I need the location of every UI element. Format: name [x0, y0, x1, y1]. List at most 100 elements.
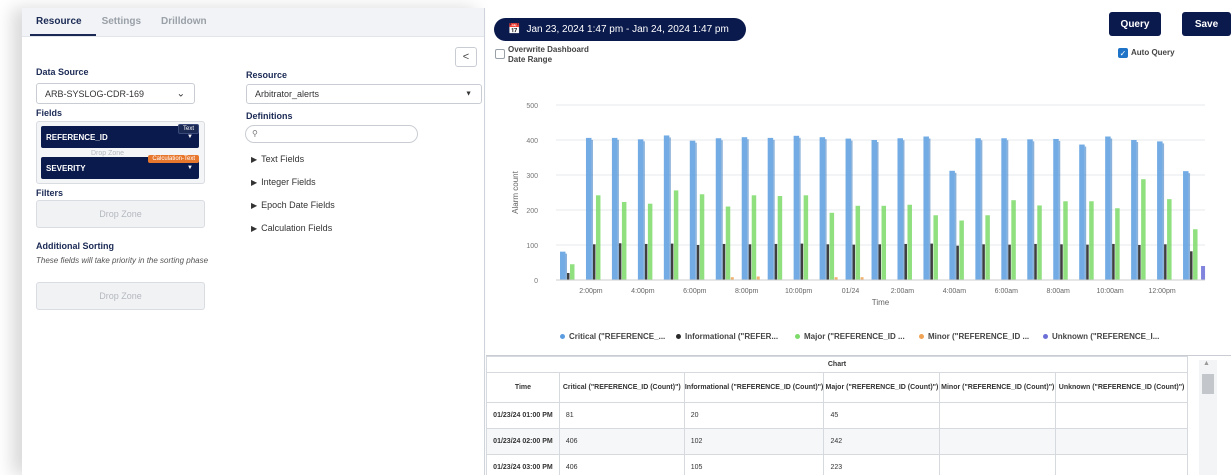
bar-2-16	[985, 215, 990, 280]
legend-item-minor[interactable]: Minor ("REFERENCE_ID ...	[919, 332, 1029, 341]
bar-shade	[617, 139, 619, 280]
bar-1-5	[696, 245, 700, 280]
legend-dot	[1043, 334, 1048, 339]
bar-shade	[825, 139, 827, 280]
bar-2-6	[725, 206, 731, 280]
column-header[interactable]: Unknown ("REFERENCE_ID (Count)")	[1055, 372, 1188, 403]
collapse-panel-button[interactable]: <	[455, 47, 477, 67]
bar-0-1	[585, 137, 592, 280]
bar-shade	[773, 139, 775, 280]
x-tick-label: 10:00am	[1097, 288, 1124, 295]
fields-drop-zone[interactable]: Drop Zone REFERENCE_ID Text ▼ SEVERITY C…	[36, 121, 205, 184]
table-cell	[939, 428, 1057, 455]
legend-item-informational[interactable]: Informational ("REFER...	[676, 332, 778, 341]
tab-resource[interactable]: Resource	[30, 16, 96, 36]
caret-down-icon[interactable]: ▼	[187, 134, 193, 140]
bar-1-12	[878, 244, 882, 280]
time-cell: 01/23/24 01:00 PM	[486, 402, 560, 429]
x-tick-label: 2:00pm	[579, 288, 603, 295]
bar-1-15	[956, 245, 959, 280]
bar-2-22	[1141, 179, 1146, 280]
column-header[interactable]: Critical ("REFERENCE_ID (Count)")	[558, 372, 685, 403]
search-icon: ⚲	[252, 129, 258, 138]
bar-0-5	[689, 140, 696, 280]
table-cell	[939, 402, 1057, 429]
bar-2-4	[673, 190, 679, 280]
bar-shade	[799, 137, 801, 280]
bar-0-23	[1157, 141, 1163, 280]
tab-settings[interactable]: Settings	[96, 16, 155, 36]
bar-2-1	[595, 195, 601, 280]
tree-item-calculation-fields[interactable]: ▶ Calculation Fields	[251, 223, 332, 233]
bar-2-12	[881, 205, 887, 280]
bar-0-19	[1053, 138, 1059, 280]
time-cell: 01/23/24 03:00 PM	[486, 454, 560, 475]
scrollbar-thumb[interactable]	[1202, 374, 1214, 394]
data-source-value: ARB-SYSLOG-CDR-169	[45, 88, 145, 99]
tree-item-epoch-date-fields[interactable]: ▶ Epoch Date Fields	[251, 200, 335, 210]
tree-item-label: Text Fields	[261, 154, 305, 164]
bar-shade	[747, 139, 749, 280]
bar-2-7	[751, 195, 757, 280]
bar-3-7	[756, 276, 760, 280]
fields-drop-ghost: Drop Zone	[91, 150, 125, 157]
bar-2-20	[1089, 201, 1094, 280]
data-table-panel: Chart Time Critical ("REFERENCE_ID (Coun…	[486, 355, 1231, 475]
bar-0-18	[1027, 139, 1033, 280]
bar-0-7	[741, 137, 748, 280]
table-row: 01/23/24 01:00 PM 81 20 45	[486, 402, 1188, 429]
bar-2-5	[699, 194, 705, 280]
legend-item-critical[interactable]: Critical ("REFERENCE_...	[560, 332, 665, 341]
bar-0-9	[793, 135, 800, 280]
field-type-tag: Text	[177, 124, 199, 134]
table-cell: 223	[823, 454, 941, 475]
bar-shade	[1084, 146, 1087, 280]
legend-dot	[919, 334, 924, 339]
legend-item-unknown[interactable]: Unknown ("REFERENCE_I...	[1043, 332, 1159, 341]
bar-0-2	[611, 137, 618, 280]
data-table: Chart Time Critical ("REFERENCE_ID (Coun…	[486, 356, 1188, 475]
tree-item-text-fields[interactable]: ▶ Text Fields	[251, 154, 304, 164]
legend-item-major[interactable]: Major ("REFERENCE_ID ...	[795, 332, 905, 341]
bar-2-2	[621, 201, 627, 280]
bar-shade	[1188, 173, 1191, 280]
bar-1-23	[1164, 244, 1167, 280]
resource-select[interactable]: Arbitrator_alerts ▼	[246, 84, 482, 104]
bar-1-19	[1060, 244, 1063, 280]
field-pill-reference-id[interactable]: REFERENCE_ID Text ▼	[41, 124, 199, 148]
chevron-down-icon: ⌄	[176, 88, 185, 99]
caret-down-icon[interactable]: ▼	[187, 165, 193, 171]
table-cell: 20	[683, 402, 825, 429]
legend-label: Major ("REFERENCE_ID ...	[804, 332, 905, 341]
bar-shade	[928, 138, 931, 280]
table-scrollbar[interactable]: ▲	[1199, 360, 1217, 475]
column-header[interactable]: Major ("REFERENCE_ID (Count)")	[823, 372, 941, 403]
bar-shade	[877, 142, 879, 280]
bar-shade	[1058, 140, 1061, 280]
sorting-drop-zone[interactable]: Drop Zone	[36, 282, 205, 310]
column-header[interactable]: Informational ("REFERENCE_ID (Count)")	[683, 372, 825, 403]
bar-1-22	[1138, 245, 1141, 280]
y-tick-label: 500	[526, 103, 538, 110]
column-header[interactable]: Minor ("REFERENCE_ID (Count)")	[939, 372, 1057, 403]
definitions-search-input[interactable]	[245, 125, 418, 143]
expand-arrow-icon: ▶	[251, 178, 258, 187]
x-tick-label: 4:00pm	[631, 288, 655, 295]
column-header[interactable]: Time	[486, 372, 560, 403]
tab-drilldown[interactable]: Drilldown	[155, 16, 221, 36]
scroll-up-icon[interactable]: ▲	[1203, 360, 1210, 367]
bar-shade	[1110, 138, 1113, 280]
filters-drop-zone[interactable]: Drop Zone	[36, 200, 205, 228]
bar-shade	[1136, 142, 1139, 280]
data-source-select[interactable]: ARB-SYSLOG-CDR-169 ⌄	[36, 83, 195, 104]
legend-label: Minor ("REFERENCE_ID ...	[928, 332, 1030, 341]
bar-0-22	[1131, 140, 1137, 280]
tree-item-integer-fields[interactable]: ▶ Integer Fields	[251, 177, 316, 187]
bar-1-11	[852, 244, 856, 280]
expand-arrow-icon: ▶	[251, 224, 258, 233]
x-tick-label: 6:00pm	[683, 288, 707, 295]
bar-1-6	[722, 243, 726, 280]
bar-shade	[980, 140, 983, 280]
table-cell: 45	[823, 402, 941, 429]
field-pill-severity[interactable]: SEVERITY Calculation-Text ▼	[41, 155, 199, 179]
